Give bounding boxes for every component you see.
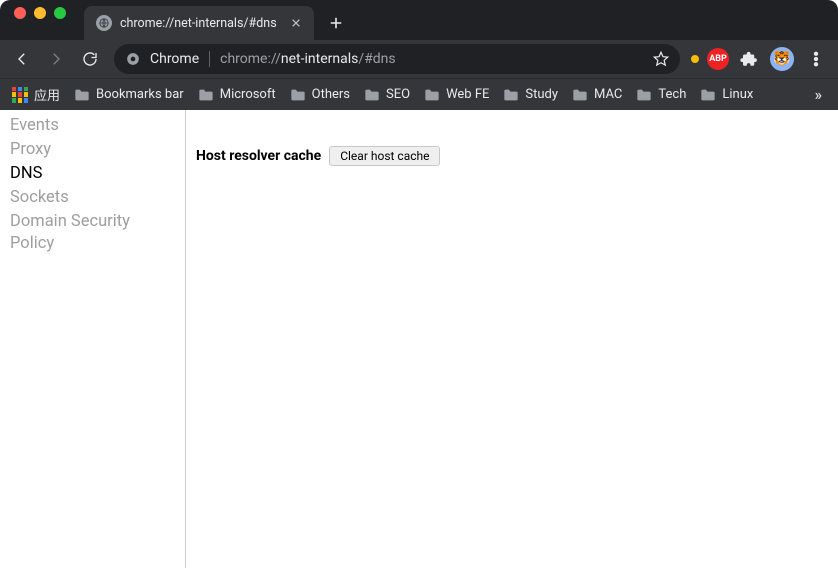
browser-menu-button[interactable]	[800, 43, 832, 75]
window-titlebar: chrome://net-internals/#dns	[0, 0, 838, 40]
address-bar[interactable]: Chrome chrome://net-internals/#dns	[114, 44, 680, 74]
tab-strip: chrome://net-internals/#dns	[84, 0, 350, 40]
extension-abp-icon[interactable]: ABP	[707, 48, 729, 70]
url-text: chrome://net-internals/#dns	[220, 51, 395, 67]
sidebar-item-domain-security-policy[interactable]: Domain Security Policy	[0, 210, 185, 256]
extension-indicator-icon[interactable]	[691, 55, 699, 63]
profile-avatar[interactable]: 🐯	[770, 47, 794, 71]
section-heading: Host resolver cache	[196, 148, 321, 164]
toolbar: Chrome chrome://net-internals/#dns ABP 🐯	[0, 40, 838, 78]
traffic-lights	[14, 0, 66, 40]
security-chip[interactable]: Chrome	[150, 51, 210, 67]
tab-title: chrome://net-internals/#dns	[120, 16, 282, 31]
window-close-button[interactable]	[14, 7, 26, 19]
bookmark-folder[interactable]: MAC	[572, 87, 622, 102]
bookmarks-overflow-button[interactable]: »	[811, 85, 827, 104]
window-maximize-button[interactable]	[54, 7, 66, 19]
sidebar-item-sockets[interactable]: Sockets	[0, 186, 185, 210]
bookmark-folder[interactable]: Web FE	[424, 87, 489, 102]
page-content: Events Proxy DNS Sockets Domain Security…	[0, 110, 838, 568]
net-internals-sidebar: Events Proxy DNS Sockets Domain Security…	[0, 110, 186, 568]
apps-shortcut[interactable]: 应用	[12, 85, 60, 104]
bookmark-folder[interactable]: Linux	[700, 87, 753, 102]
clear-host-cache-button[interactable]: Clear host cache	[329, 146, 440, 166]
apps-label: 应用	[34, 85, 60, 104]
window-minimize-button[interactable]	[34, 7, 46, 19]
globe-icon	[96, 15, 112, 31]
tab-close-button[interactable]	[288, 15, 304, 31]
chrome-icon	[124, 50, 142, 68]
bookmark-star-icon[interactable]	[652, 50, 670, 68]
bookmark-folder[interactable]: Others	[290, 87, 350, 102]
sidebar-item-events[interactable]: Events	[0, 114, 185, 138]
sidebar-item-dns[interactable]: DNS	[0, 162, 185, 186]
bookmark-folder[interactable]: Study	[503, 87, 558, 102]
extensions-puzzle-icon[interactable]	[737, 47, 761, 71]
browser-tab[interactable]: chrome://net-internals/#dns	[84, 6, 314, 40]
bookmark-folder[interactable]: Bookmarks bar	[74, 87, 184, 102]
reload-button[interactable]	[74, 43, 106, 75]
bookmark-folder[interactable]: Microsoft	[198, 87, 276, 102]
sidebar-item-proxy[interactable]: Proxy	[0, 138, 185, 162]
bookmark-folder[interactable]: Tech	[636, 87, 686, 102]
main-panel: Host resolver cache Clear host cache	[186, 110, 838, 568]
back-button[interactable]	[6, 43, 38, 75]
new-tab-button[interactable]	[322, 9, 350, 37]
apps-grid-icon	[12, 87, 28, 103]
bookmark-folder[interactable]: SEO	[364, 87, 410, 102]
forward-button[interactable]	[40, 43, 72, 75]
bookmarks-bar: 应用 Bookmarks bar Microsoft Others SEO We…	[0, 78, 838, 110]
